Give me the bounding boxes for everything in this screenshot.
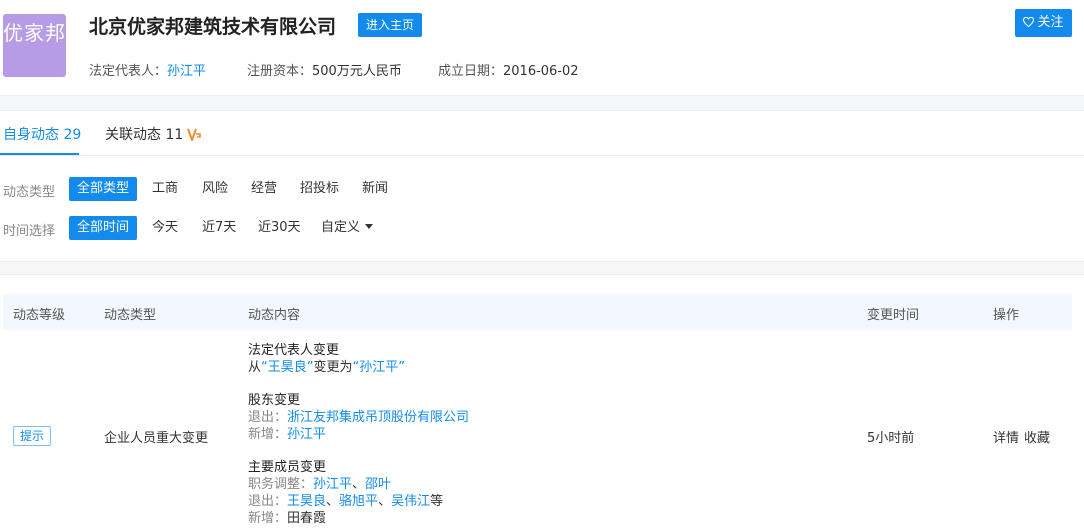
caret-down-icon: [365, 224, 374, 229]
member-change-title: 主要成员变更: [248, 460, 327, 475]
separator: 、: [326, 494, 340, 509]
type-filter-news[interactable]: 新闻: [354, 177, 396, 201]
company-name: 北京优家邦建筑技术有限公司: [89, 16, 337, 38]
capital-value: 500万元人民币: [312, 64, 402, 79]
adjust-person-link[interactable]: 邵叶: [365, 477, 391, 492]
founded-value: 2016-06-02: [503, 64, 579, 79]
enter-homepage-button[interactable]: 进入主页: [358, 13, 423, 37]
etc-suffix: 等: [430, 494, 444, 509]
add-label: 新增：: [248, 511, 288, 526]
legal-rep-link[interactable]: 孙江平: [167, 64, 206, 79]
exit-shareholder-link[interactable]: 浙江友邦集成吊顶股份有限公司: [287, 410, 469, 425]
to-name-link[interactable]: “孙江平”: [353, 360, 405, 375]
separator: 、: [352, 477, 366, 492]
time-filter-custom[interactable]: 自定义: [313, 216, 381, 240]
add-label: 新增：: [248, 427, 288, 442]
exit-person-link[interactable]: 吴伟江: [391, 494, 430, 509]
tab-related-label: 关联动态 11: [105, 127, 184, 143]
col-content: 动态内容: [248, 308, 301, 323]
table-header: 动态等级 动态类型 动态内容 变更时间 操作: [3, 294, 1072, 330]
col-type: 动态类型: [104, 308, 157, 323]
active-tab-indicator: [0, 153, 79, 155]
section-divider-2: [0, 261, 1084, 275]
col-actions: 操作: [993, 308, 1020, 323]
row-time: 5小时前: [867, 431, 915, 446]
change-to-text: 变更为: [313, 360, 353, 375]
capital-label: 注册资本：: [247, 64, 313, 79]
shareholder-change: 股东变更 退出：浙江友邦集成吊顶股份有限公司 新增：孙江平: [248, 392, 469, 443]
col-time: 变更时间: [867, 308, 920, 323]
from-name-link[interactable]: “王昊良”: [261, 360, 313, 375]
col-level: 动态等级: [13, 308, 66, 323]
exit-person-link[interactable]: 王昊良: [287, 494, 326, 509]
member-exit: 退出：王昊良、骆旭平、吴伟江等: [248, 493, 443, 510]
section-divider: [0, 95, 1084, 111]
exit-label: 退出：: [248, 494, 288, 509]
tab-self-dynamics[interactable]: 自身动态 29: [3, 124, 81, 144]
registered-capital: 注册资本：500万元人民币: [247, 60, 402, 79]
member-add: 新增：田春霞: [248, 510, 443, 527]
separator: 、: [378, 494, 392, 509]
row-type: 企业人员重大变更: [104, 431, 209, 446]
heart-icon: [1023, 16, 1035, 28]
logo-text: 优家邦: [3, 21, 66, 45]
legal-representative: 法定代表人：孙江平: [89, 60, 206, 79]
type-filter-label: 动态类型: [3, 185, 56, 200]
time-filter-7days[interactable]: 近7天: [194, 216, 244, 240]
time-filter-custom-label: 自定义: [321, 220, 361, 235]
shareholder-change-title: 股东变更: [248, 393, 301, 408]
legal-rep-label: 法定代表人：: [89, 64, 168, 79]
founded-label: 成立日期：: [438, 64, 504, 79]
type-filter-risk[interactable]: 风险: [194, 177, 236, 201]
time-filter-30days[interactable]: 近30天: [250, 216, 309, 240]
founded-date: 成立日期：2016-06-02: [438, 60, 579, 79]
adjust-person-link[interactable]: 孙江平: [313, 477, 352, 492]
from-prefix: 从: [248, 360, 262, 375]
legal-change-title: 法定代表人变更: [248, 343, 340, 358]
time-filter-today[interactable]: 今天: [144, 216, 186, 240]
vip-icon: [187, 128, 202, 141]
tab-related-dynamics[interactable]: 关联动态 11: [105, 124, 202, 144]
legal-change-detail: 从“王昊良”变更为“孙江平”: [248, 359, 405, 376]
type-filter-business[interactable]: 工商: [144, 177, 186, 201]
follow-label: 关注: [1037, 15, 1064, 30]
detail-link[interactable]: 详情: [993, 427, 1019, 446]
time-filter-label: 时间选择: [3, 224, 56, 239]
shareholder-exit: 退出：浙江友邦集成吊顶股份有限公司: [248, 409, 469, 426]
table-row: 提示 企业人员重大变更 法定代表人变更 从“王昊良”变更为“孙江平” 股东变更 …: [3, 330, 1072, 532]
exit-person-link[interactable]: 骆旭平: [339, 494, 378, 509]
level-badge: 提示: [13, 426, 52, 446]
dynamics-tabs: 自身动态 29 关联动态 11: [0, 111, 1084, 156]
type-filter-all[interactable]: 全部类型: [69, 177, 138, 201]
company-logo: 优家邦: [3, 14, 66, 77]
add-shareholder-link[interactable]: 孙江平: [287, 427, 326, 442]
type-filter-operation[interactable]: 经营: [243, 177, 285, 201]
follow-button[interactable]: 关注: [1015, 9, 1072, 37]
member-adjust: 职务调整：孙江平、邵叶: [248, 476, 443, 493]
time-filter-all[interactable]: 全部时间: [69, 216, 138, 240]
shareholder-add: 新增：孙江平: [248, 426, 469, 443]
time-filter-row: 时间选择 全部时间 今天 近7天 近30天 自定义: [0, 215, 1084, 241]
company-header: 优家邦 北京优家邦建筑技术有限公司 进入主页 关注 法定代表人：孙江平 注册资本…: [0, 0, 1084, 95]
exit-label: 退出：: [248, 410, 288, 425]
legal-rep-change: 法定代表人变更 从“王昊良”变更为“孙江平”: [248, 342, 405, 376]
adjust-label: 职务调整：: [248, 477, 314, 492]
favorite-link[interactable]: 收藏: [1024, 427, 1050, 446]
type-filter-bidding[interactable]: 招投标: [292, 177, 347, 201]
member-change: 主要成员变更 职务调整：孙江平、邵叶 退出：王昊良、骆旭平、吴伟江等 新增：田春…: [248, 459, 443, 527]
type-filter-row: 动态类型 全部类型 工商 风险 经营 招投标 新闻: [0, 176, 1084, 202]
add-person: 田春霞: [287, 511, 327, 526]
